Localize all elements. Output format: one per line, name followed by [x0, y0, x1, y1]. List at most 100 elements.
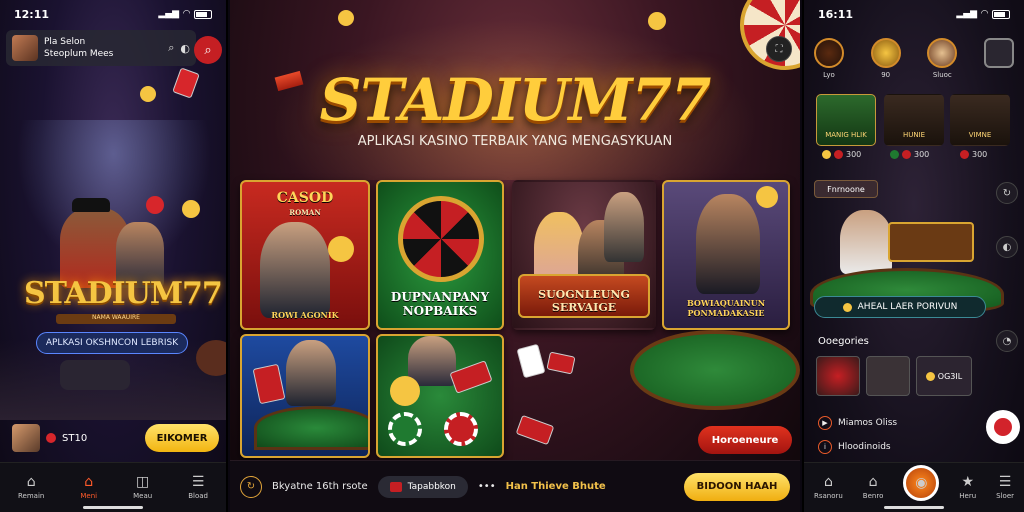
thumbnail[interactable]: OG3IL [916, 356, 972, 396]
expand-icon[interactable]: ⛶ [766, 36, 792, 62]
user-avatar[interactable] [12, 424, 40, 452]
settings-icon[interactable]: ◐ [996, 236, 1018, 258]
card-caption: SUOGNLEUNG SERVAIGE [538, 288, 630, 314]
game-card-5[interactable] [240, 334, 370, 458]
thumb-label: OG3IL [937, 371, 963, 381]
search-icon: ⌕ [204, 42, 212, 58]
category-item[interactable]: 90 [870, 38, 901, 79]
card-caption: BOWIAQUAINUN PONMADAKASIE [686, 298, 766, 318]
chat-icon[interactable]: ◔ [996, 330, 1018, 352]
status-icons: ▂▄▆ ◠ [956, 9, 1010, 19]
avatar[interactable] [12, 35, 38, 61]
refresh-icon[interactable]: ↻ [240, 475, 262, 498]
list-item[interactable]: ▶ Miamos Oliss [818, 416, 897, 430]
search-button[interactable]: ⌕ [194, 36, 222, 64]
wifi-icon: ◠ [183, 9, 190, 19]
playing-card-icon [252, 363, 286, 405]
section-pill[interactable]: Fnrnoone [814, 180, 878, 198]
center-bottom-bar: ↻ Bkyatne 16th rsote Tapabbkon ••• Han T… [230, 460, 800, 512]
download-button[interactable]: BIDOON HAAH [684, 472, 790, 501]
coin-icon [834, 150, 843, 159]
game-card-2[interactable]: DUPNANPANY NOPBAIKS [376, 180, 504, 330]
chip-icon [182, 200, 200, 218]
tile-label: VIMNE [968, 131, 992, 139]
hat-icon [72, 198, 110, 212]
menu-icon: ☰ [998, 474, 1012, 490]
nav-item-bload[interactable]: ☰ Bload [188, 475, 208, 500]
coin-icon [842, 302, 852, 312]
game-tile-2[interactable]: HUNIE [884, 94, 944, 146]
status-bar: 12:11 ▂▄▆ ◠ [0, 6, 226, 22]
game-card-6[interactable] [376, 334, 504, 458]
right-phone-screen: 16:11 ▂▄▆ ◠ Lyo 90 Sluoc MANIG HLIK HUNI… [802, 0, 1024, 512]
nav-item-center[interactable]: ◉ [903, 464, 940, 501]
nav-item-meau[interactable]: ◫ Meau [133, 475, 152, 500]
thumbnail[interactable] [816, 356, 860, 396]
search-icon[interactable]: ⌕ [168, 41, 174, 55]
status-time: 12:11 [14, 7, 50, 21]
category-item[interactable] [983, 38, 1014, 79]
bar-item-3[interactable]: Han Thieve Bhute [506, 481, 606, 492]
character-image [408, 336, 456, 386]
tile-label: MANIG HLIK [825, 131, 867, 139]
user-row: ST10 [12, 424, 87, 452]
nav-item-rsanoru[interactable]: ⌂ Rsanoru [814, 475, 843, 500]
coin-icon [890, 150, 899, 159]
card-board [888, 222, 974, 262]
left-phone-screen: 12:11 ▂▄▆ ◠ Pla Selon Steoplum Mees ⌕ ◐ … [0, 0, 228, 512]
game-card-3[interactable]: SUOGNLEUNG SERVAIGE [512, 180, 656, 330]
coin-icon [960, 150, 969, 159]
category-row: Lyo 90 Sluoc [814, 38, 1014, 79]
game-icon: ◫ [136, 474, 150, 490]
game-card-1[interactable]: CASOD ROMAN ROWI AGONIK [240, 180, 370, 330]
dice-icon [172, 67, 200, 99]
nav-item-sloer[interactable]: ☰ Sloer [996, 475, 1014, 500]
category-item[interactable]: Sluoc [927, 38, 958, 79]
register-button[interactable]: Horoeneure [698, 426, 792, 454]
tile-stat: 300 [822, 150, 861, 159]
game-tile-3[interactable]: VIMNE [950, 94, 1010, 146]
nav-label: Meau [133, 492, 153, 500]
category-label: Sluoc [932, 71, 952, 79]
settings-icon[interactable]: ◐ [180, 42, 190, 55]
card-subtitle: ROMAN [289, 208, 321, 217]
top-bar-line1: Pla Selon [44, 37, 86, 47]
list-item[interactable]: i Hloodinoids [818, 440, 891, 454]
game-tile-1[interactable]: MANIG HLIK [816, 94, 876, 146]
bottom-nav: ⌂ Remain ⌂ Meni ◫ Meau ☰ Bload [0, 462, 226, 512]
nav-item-heru[interactable]: ★ Heru [959, 475, 976, 500]
category-label: 90 [881, 71, 891, 79]
app-logo-large: STADIUM77 [319, 66, 712, 134]
bar-item-1[interactable]: Bkyatne 16th rsote [272, 481, 368, 492]
thumbnail[interactable] [866, 356, 910, 396]
category-item[interactable]: Lyo [814, 38, 844, 79]
status-icons: ▂▄▆ ◠ [158, 9, 212, 19]
card-caption: DUPNANPANY NOPBAIKS [390, 290, 490, 318]
game-icon: ◉ [903, 464, 940, 501]
dealer-pill[interactable]: AHEAL LAER PORIVUN [814, 296, 986, 318]
bar-chip[interactable]: Tapabbkon [377, 475, 468, 498]
bottom-nav: ⌂ Rsanoru ⌂ Benro ◉ ★ Heru ☰ Sloer [804, 462, 1024, 512]
nav-item-meni[interactable]: ⌂ Meni [80, 475, 97, 500]
game-card-4[interactable]: BOWIAQUAINUN PONMADAKASIE [662, 180, 790, 330]
location-pin-icon[interactable] [986, 410, 1020, 444]
more-icon[interactable]: ••• [478, 481, 496, 492]
nav-item-remain[interactable]: ⌂ Remain [18, 475, 44, 500]
tagline: APLIKASI KASINO TERBAIK YANG MENGASYKUAN [357, 134, 673, 149]
card-caption: ROWI AGONIK [271, 310, 339, 320]
coin-icon [46, 433, 56, 443]
play-icon: ▶ [818, 416, 832, 430]
info-icon: i [818, 440, 832, 454]
nav-label: Heru [959, 492, 977, 500]
tile-stat: 300 [890, 150, 929, 159]
list-label: Hloodinoids [838, 442, 891, 452]
category-icon [814, 38, 844, 68]
top-bar-text: Pla Selon Steoplum Mees [44, 36, 162, 60]
card-icon [389, 481, 402, 492]
nav-item-benro[interactable]: ⌂ Benro [863, 475, 884, 500]
tile-label: HUNIE [902, 131, 926, 139]
chip-icon [648, 12, 666, 30]
chip-icon [140, 86, 156, 102]
cta-button[interactable]: EIKOMER [145, 424, 219, 452]
refresh-icon[interactable]: ↻ [996, 182, 1018, 204]
